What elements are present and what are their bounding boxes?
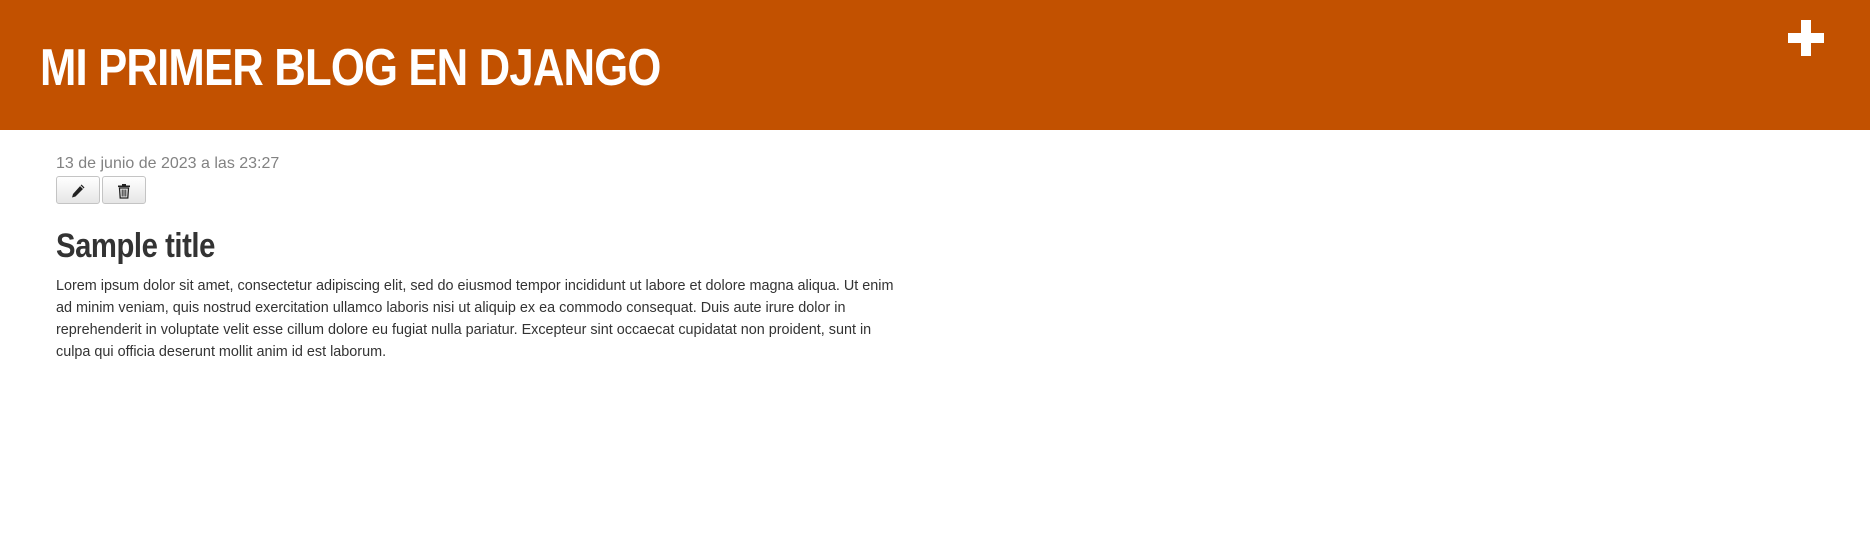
post-container: 13 de junio de 2023 a las 23:27 Sample t…: [56, 154, 896, 363]
pencil-icon: [72, 184, 85, 198]
trash-icon: [118, 184, 130, 199]
delete-post-button[interactable]: [102, 176, 146, 204]
site-title-link[interactable]: Mi primer blog en Django: [40, 36, 661, 100]
edit-post-button[interactable]: [56, 176, 100, 204]
post-body: Lorem ipsum dolor sit amet, consectetur …: [56, 278, 894, 360]
post-title[interactable]: Sample title: [56, 226, 778, 266]
add-post-button[interactable]: [1788, 20, 1824, 56]
post-actions: [56, 176, 896, 206]
post-date: 13 de junio de 2023 a las 23:27: [56, 155, 280, 172]
page-header: Mi primer blog en Django: [0, 0, 1870, 130]
